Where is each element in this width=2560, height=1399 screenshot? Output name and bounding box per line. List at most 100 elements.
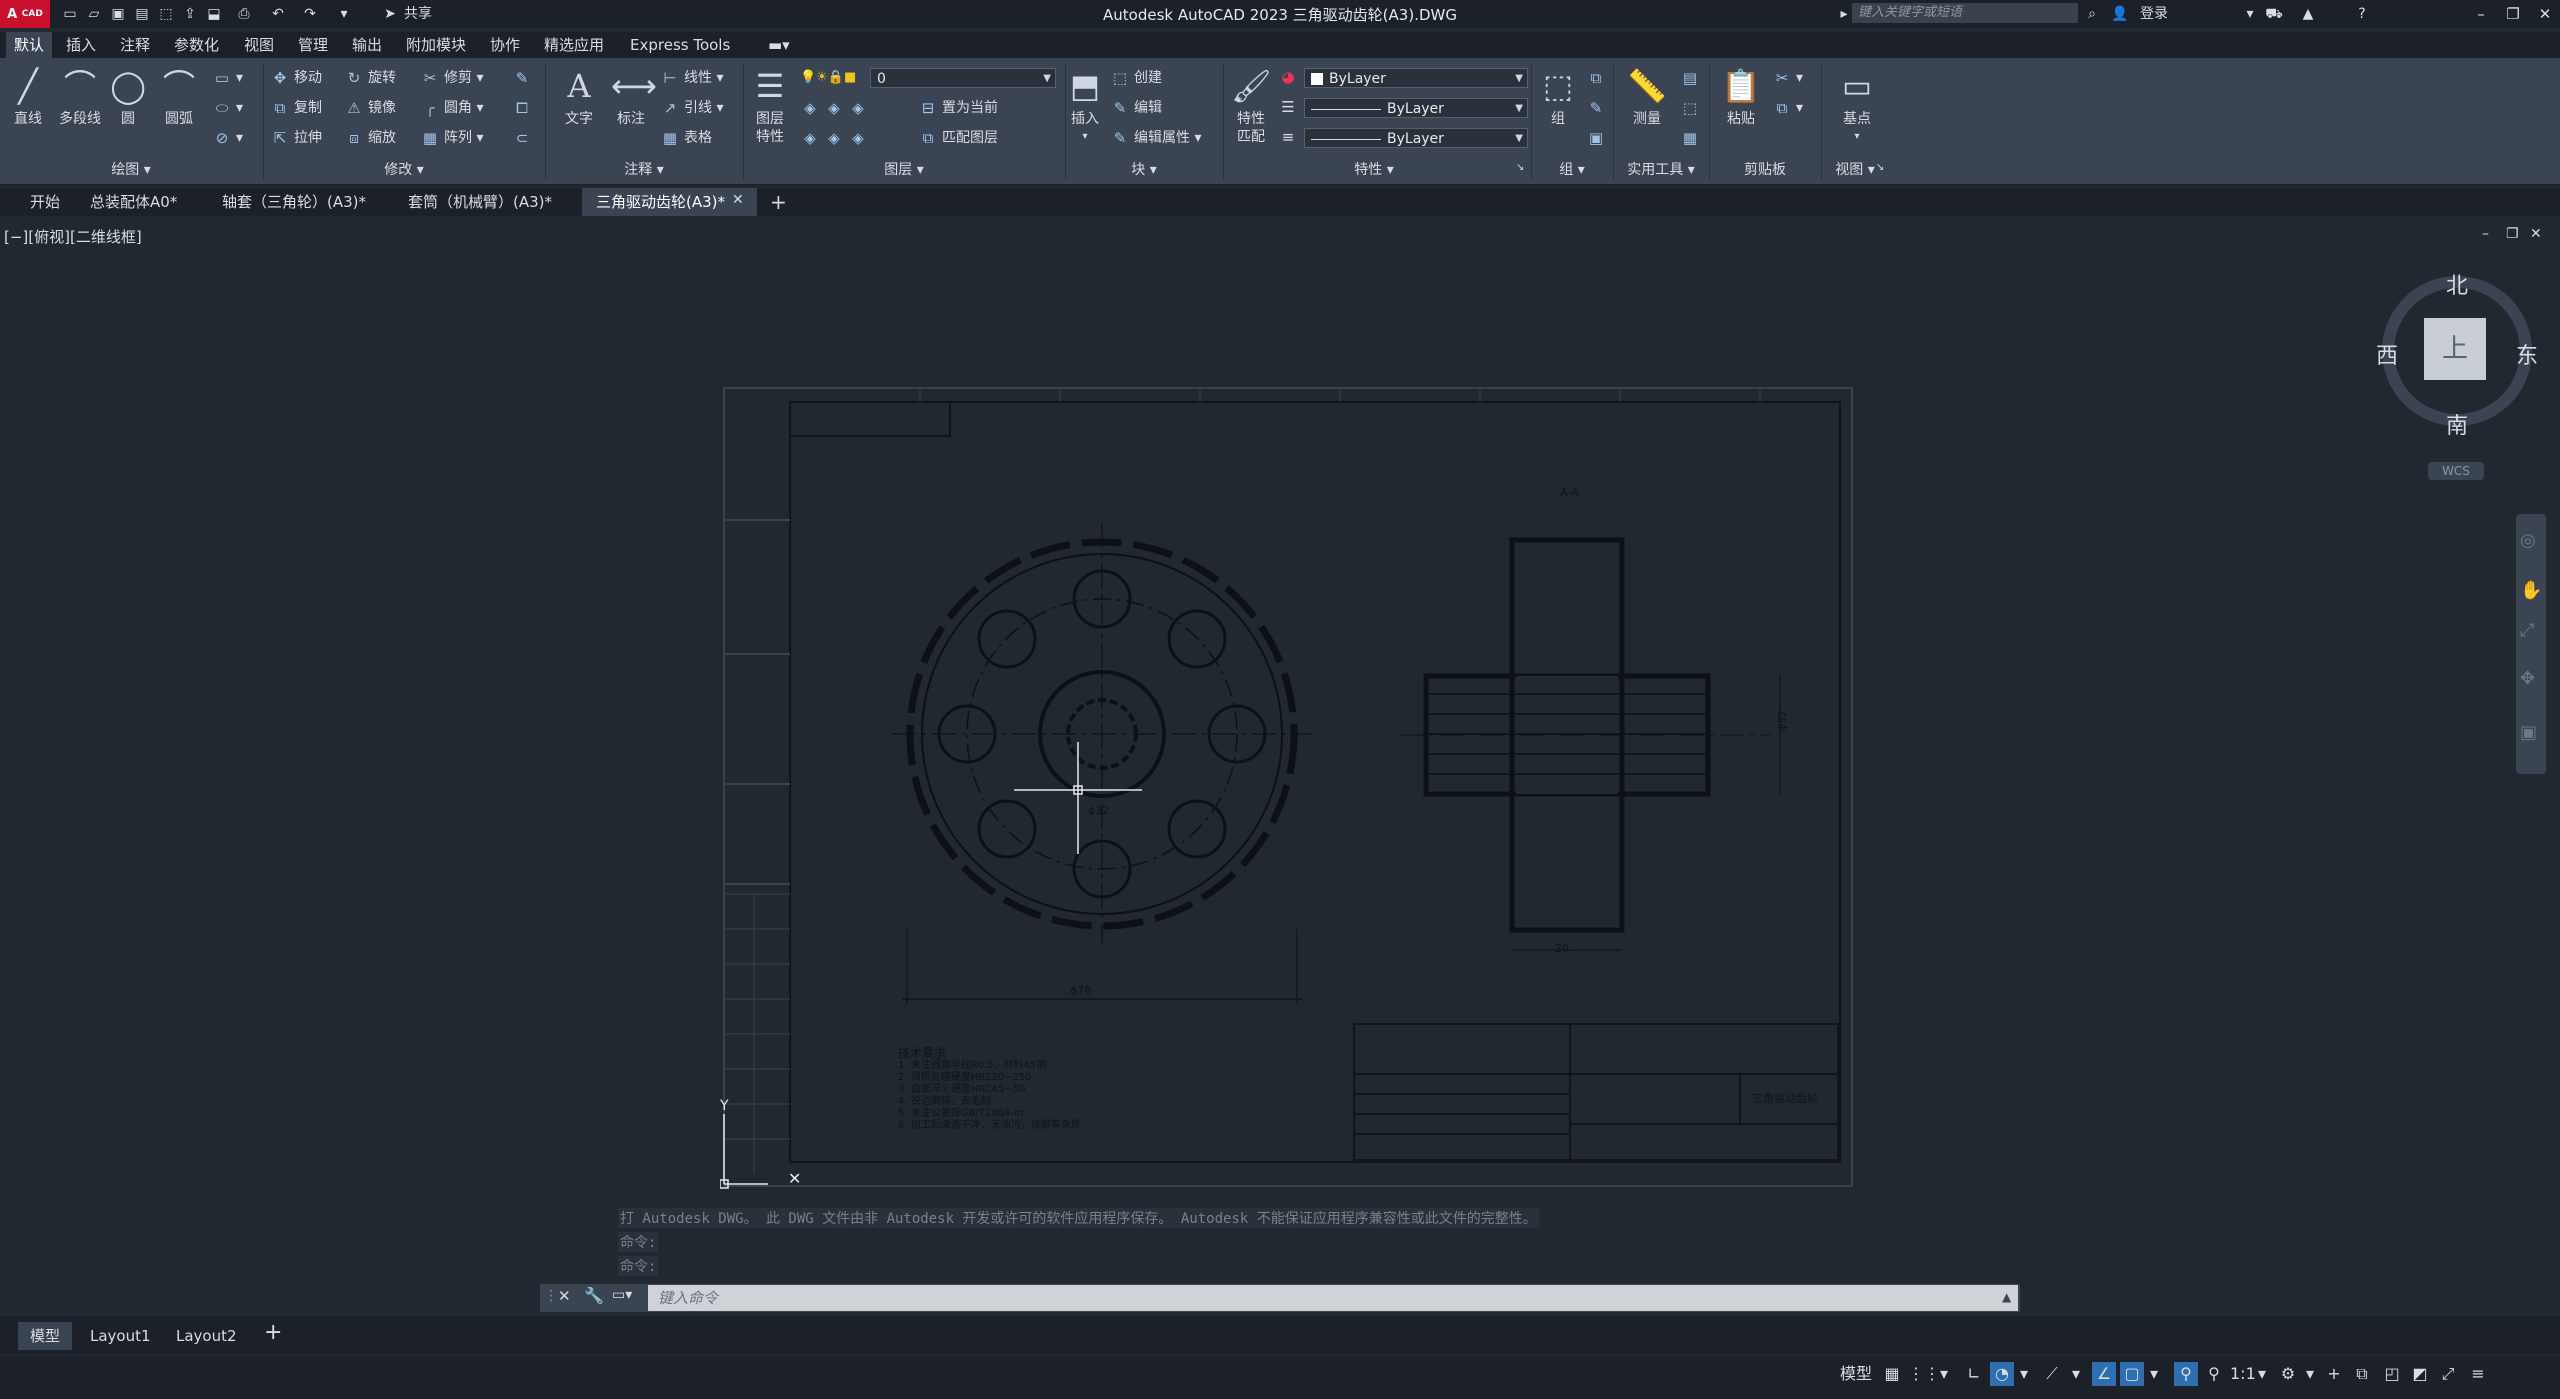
application-menu-button[interactable]: A CAD (0, 0, 50, 28)
layer-state-icons[interactable]: 💡☀🔒■ (800, 70, 862, 88)
ungroup-button[interactable]: ⧉ (1586, 68, 1610, 90)
insert-block-tool[interactable]: ⬒ 插入 ▾ (1064, 66, 1106, 146)
isodraft-icon[interactable]: ⟋ (2040, 1362, 2064, 1386)
linear-dim-button[interactable]: ⊢ 线性 ▾ (660, 68, 723, 90)
help-icon[interactable]: ? (2352, 4, 2372, 24)
annotation-scale-value[interactable]: 1:1 (2230, 1362, 2256, 1386)
zoom-extents-icon[interactable]: ⤢ (2520, 620, 2534, 641)
erase-button[interactable]: ✎ (512, 68, 536, 90)
more-draw-tool[interactable]: ⊘ ▾ (212, 128, 243, 150)
tab-annotate[interactable]: 注释 (112, 32, 158, 58)
autodesk-app-icon[interactable]: ▲ (2298, 4, 2318, 24)
layer-tools-row-2[interactable]: ◈ ◈ ◈ (800, 128, 872, 150)
save-as-icon[interactable]: ▤ (132, 4, 152, 24)
command-input[interactable]: 键入命令 (648, 1285, 2018, 1311)
tab-output[interactable]: 输出 (344, 32, 390, 58)
new-file-icon[interactable]: ▭ (60, 4, 80, 24)
dimension-tool[interactable]: ⟷ 标注 (606, 66, 657, 128)
share-button[interactable]: 共享 (404, 4, 432, 24)
groups-panel-label[interactable]: 组 ▾ (1532, 160, 1612, 180)
new-tab-icon[interactable]: + (770, 190, 787, 214)
scale-button[interactable]: ⧈ 缩放 (344, 128, 396, 150)
expand-search-icon[interactable]: ▸ (1834, 4, 1854, 24)
layer-dropdown[interactable]: 0 ▼ (870, 68, 1056, 88)
block-panel-label[interactable]: 块 ▾ (1066, 160, 1222, 180)
minimize-icon[interactable]: – (2466, 2, 2496, 26)
tab-manage[interactable]: 管理 (290, 32, 336, 58)
tab-addins[interactable]: 附加模块 (398, 32, 474, 58)
model-space-button[interactable]: 模型 (1838, 1362, 1874, 1386)
edit-attributes-button[interactable]: ✎ 编辑属性 ▾ (1110, 128, 1202, 150)
line-tool[interactable]: ╱ 直线 (6, 66, 50, 128)
polar-dropdown-icon[interactable]: ▾ (2016, 1362, 2032, 1386)
snap-icon[interactable]: ⋮⋮ (1908, 1362, 1940, 1386)
cut-button[interactable]: ✂ ▾ (1772, 68, 1803, 90)
wcs-menu[interactable]: WCS (2428, 462, 2484, 480)
offset-button[interactable]: ⊂ (512, 128, 536, 150)
copy-clip-button[interactable]: ⧉ ▾ (1772, 98, 1803, 120)
linetype-dropdown[interactable]: ByLayer ▼ (1304, 98, 1528, 118)
units-icon[interactable]: ⧉ (2350, 1362, 2374, 1386)
viewcube-east[interactable]: 东 (2516, 338, 2538, 370)
polyline-tool[interactable]: ⌒ 多段线 (52, 66, 108, 128)
leader-button[interactable]: ↗ 引线 ▾ (660, 98, 724, 120)
annotation-monitor-icon[interactable]: + (2322, 1362, 2346, 1386)
explode-button[interactable]: ⧠ (512, 98, 536, 120)
file-tab-active[interactable]: 三角驱动齿轮(A3)* (582, 188, 758, 216)
fillet-button[interactable]: ╭ 圆角 ▾ (420, 98, 483, 120)
file-tab[interactable]: 总装配体A0* (76, 188, 191, 216)
command-grip-icon[interactable]: ⋮ (544, 1288, 558, 1304)
auto-scale-icon[interactable]: ⚲ (2202, 1362, 2226, 1386)
workspace-gear-icon[interactable]: ⚙ (2276, 1362, 2300, 1386)
search-icon[interactable]: ⌕ (2082, 4, 2102, 24)
edit-block-button[interactable]: ✎ 编辑 (1110, 98, 1162, 120)
group-tool[interactable]: ⬚ 组 (1536, 66, 1580, 128)
customize-status-icon[interactable]: ≡ (2466, 1362, 2490, 1386)
layers-panel-label[interactable]: 图层 ▾ (744, 160, 1064, 180)
tab-layout1[interactable]: Layout1 (78, 1322, 163, 1350)
base-view-tool[interactable]: ▭ 基点 ▾ (1834, 66, 1880, 146)
lineweight-dropdown[interactable]: ByLayer ▼ (1304, 128, 1528, 148)
group-select-button[interactable]: ▣ (1586, 128, 1610, 150)
restore-icon[interactable]: ❐ (2498, 2, 2528, 26)
move-button[interactable]: ✥ 移动 (270, 68, 322, 90)
tab-featured-apps[interactable]: 精选应用 (536, 32, 612, 58)
stretch-button[interactable]: ⇱ 拉伸 (270, 128, 322, 150)
viewport-close-icon[interactable]: ✕ (2530, 226, 2542, 242)
array-button[interactable]: ▦ 阵列 ▾ (420, 128, 484, 150)
create-block-button[interactable]: ⬚ 创建 (1110, 68, 1162, 90)
utilities-panel-label[interactable]: 实用工具 ▾ (1614, 160, 1708, 180)
tab-parametric[interactable]: 参数化 (166, 32, 227, 58)
view-launcher-icon[interactable]: ↘ (1876, 162, 1884, 173)
viewport-controls[interactable]: [−][俯视][二维线框] (4, 226, 142, 247)
showmotion-icon[interactable]: ▣ (2520, 722, 2537, 743)
ribbon-display-toggle-icon[interactable]: ▬▾ (760, 32, 798, 58)
isolate-objects-icon[interactable]: ◩ (2408, 1362, 2432, 1386)
arc-tool[interactable]: ⌒ 圆弧 (156, 66, 202, 128)
id-point-button[interactable]: ▦ (1680, 128, 1704, 150)
hatch-tool[interactable]: ⬭ ▾ (212, 98, 243, 120)
object-snap-tracking-icon[interactable]: ∠ (2092, 1362, 2116, 1386)
close-tab-icon[interactable]: ✕ (732, 192, 744, 208)
login-button[interactable]: 登录 (2140, 4, 2168, 24)
tab-model[interactable]: 模型 (18, 1322, 73, 1350)
draw-panel-label[interactable]: 绘图 ▾ (0, 160, 262, 180)
layer-properties-tool[interactable]: ☰ 图层 特性 (748, 66, 792, 146)
ortho-icon[interactable]: ∟ (1962, 1362, 1986, 1386)
steering-wheel-icon[interactable]: ◎ (2520, 530, 2536, 551)
save-icon[interactable]: ▣ (108, 4, 128, 24)
recent-commands-icon[interactable]: ▭▾ (612, 1287, 632, 1303)
undo-icon[interactable]: ↶ (268, 4, 288, 24)
calculator-button[interactable]: ▤ (1680, 68, 1704, 90)
tab-express-tools[interactable]: Express Tools (622, 32, 738, 58)
polar-icon[interactable]: ◔ (1990, 1362, 2014, 1386)
tab-insert[interactable]: 插入 (58, 32, 104, 58)
tab-default[interactable]: 默认 (6, 32, 53, 58)
snap-dropdown-icon[interactable]: ▾ (1936, 1362, 1952, 1386)
viewcube-top-face[interactable]: 上 (2424, 318, 2486, 380)
viewport-minimize-icon[interactable]: – (2482, 226, 2489, 242)
object-snap-dropdown-icon[interactable]: ▾ (2146, 1362, 2162, 1386)
match-layer-button[interactable]: ⧉ 匹配图层 (918, 128, 998, 150)
plot-icon[interactable]: ⎙ (234, 4, 254, 24)
new-layout-icon[interactable]: + (264, 1320, 282, 1345)
